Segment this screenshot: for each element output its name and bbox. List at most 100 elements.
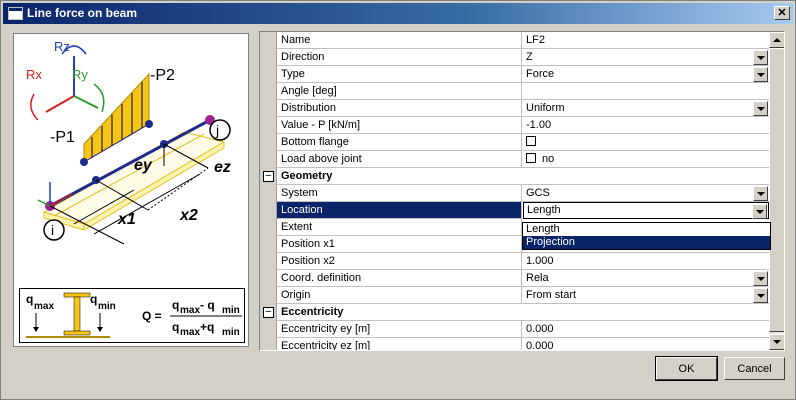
property-value[interactable]: [522, 83, 769, 100]
dropdown-arrow-icon[interactable]: [753, 50, 768, 65]
property-row[interactable]: Eccentricity ey [m] 0.000: [260, 321, 769, 338]
property-name: Eccentricity: [277, 304, 769, 321]
close-icon: ✕: [777, 7, 787, 19]
property-row[interactable]: Origin From start: [260, 287, 769, 304]
dropdown-arrow-icon[interactable]: [752, 204, 767, 219]
checkbox[interactable]: [526, 153, 536, 163]
property-name: Position x1: [277, 236, 522, 253]
value-text: 1.000: [526, 255, 554, 267]
x2-label: x2: [179, 207, 198, 224]
property-value[interactable]: no: [522, 151, 769, 168]
dropdown-option[interactable]: Projection: [523, 236, 770, 249]
dropdown-arrow-icon[interactable]: [753, 186, 768, 201]
property-value[interactable]: [522, 134, 769, 151]
collapse-icon[interactable]: −: [263, 171, 274, 182]
window-icon: [8, 7, 23, 20]
property-value[interactable]: Z: [522, 49, 769, 66]
window-title: Line force on beam: [27, 6, 138, 20]
value-text: 0.000: [526, 340, 554, 350]
dropdown-option[interactable]: Length: [523, 223, 770, 236]
property-value[interactable]: 1.000: [522, 253, 769, 270]
qmax-symbol: q: [26, 292, 33, 306]
property-row[interactable]: Load above joint no: [260, 151, 769, 168]
property-value[interactable]: 0.000: [522, 321, 769, 338]
property-row[interactable]: Location Length: [260, 202, 769, 219]
denominator-sub-max: max: [180, 327, 200, 338]
value-text: LF2: [526, 34, 545, 46]
numerator-sub-min: min: [222, 305, 240, 316]
property-value[interactable]: From start: [522, 287, 769, 304]
row-gutter: [260, 66, 277, 83]
x1-label: x1: [117, 211, 136, 228]
value-text: 0.000: [526, 323, 554, 335]
property-value[interactable]: Uniform: [522, 100, 769, 117]
row-gutter: [260, 270, 277, 287]
p2-label: -P2: [150, 67, 175, 84]
property-row[interactable]: Bottom flange: [260, 134, 769, 151]
property-name: Eccentricity ey [m]: [277, 321, 522, 338]
q-equals: Q =: [142, 309, 162, 323]
dropdown-arrow-icon[interactable]: [753, 271, 768, 286]
title-bar: Line force on beam ✕: [3, 3, 793, 24]
property-name: System: [277, 185, 522, 202]
dropdown-arrow-icon[interactable]: [753, 288, 768, 303]
vertical-scrollbar[interactable]: [769, 32, 784, 350]
row-gutter: [260, 321, 277, 338]
node-i-label: i: [51, 222, 54, 238]
property-name: Origin: [277, 287, 522, 304]
property-row[interactable]: Distribution Uniform: [260, 100, 769, 117]
property-row[interactable]: Direction Z: [260, 49, 769, 66]
property-row[interactable]: Eccentricity ez [m] 0.000: [260, 338, 769, 350]
property-value[interactable]: Length: [523, 202, 769, 219]
property-value[interactable]: LF2: [522, 32, 769, 49]
property-name: Load above joint: [277, 151, 522, 168]
property-name: Type: [277, 66, 522, 83]
row-gutter: [260, 83, 277, 100]
property-name: Direction: [277, 49, 522, 66]
property-row[interactable]: Value - P [kN/m] -1.00: [260, 117, 769, 134]
checkbox[interactable]: [526, 136, 536, 146]
value-text: From start: [526, 289, 577, 301]
property-row[interactable]: Name LF2: [260, 32, 769, 49]
ok-button[interactable]: OK: [655, 356, 718, 381]
location-dropdown-list[interactable]: Length Projection: [522, 222, 771, 250]
property-row[interactable]: System GCS: [260, 185, 769, 202]
property-value[interactable]: 0.000: [522, 338, 769, 350]
property-name: Bottom flange: [277, 134, 522, 151]
property-value[interactable]: Force: [522, 66, 769, 83]
property-category[interactable]: − Eccentricity: [260, 304, 769, 321]
dropdown-arrow-icon[interactable]: [753, 101, 768, 116]
close-button[interactable]: ✕: [774, 6, 790, 20]
numerator-minus-q: - q: [200, 298, 215, 312]
property-name: Geometry: [277, 168, 769, 185]
property-row[interactable]: Position x2 1.000: [260, 253, 769, 270]
value-text: Length: [527, 204, 561, 216]
property-value[interactable]: Rela: [522, 270, 769, 287]
row-gutter: [260, 253, 277, 270]
row-gutter: [260, 151, 277, 168]
property-row[interactable]: Angle [deg]: [260, 83, 769, 100]
checkbox-label: no: [542, 153, 555, 165]
row-gutter: [260, 32, 277, 49]
property-value[interactable]: -1.00: [522, 117, 769, 134]
scroll-thumb[interactable]: [769, 48, 784, 332]
scroll-down-button[interactable]: [769, 334, 784, 350]
property-row[interactable]: Type Force: [260, 66, 769, 83]
qmin-symbol: q: [90, 292, 97, 306]
row-gutter: [260, 219, 277, 236]
property-name: Name: [277, 32, 522, 49]
value-text: GCS: [526, 187, 550, 199]
dropdown-arrow-icon[interactable]: [753, 67, 768, 82]
scroll-up-button[interactable]: [769, 32, 784, 48]
row-gutter: [260, 49, 277, 66]
property-name: Distribution: [277, 100, 522, 117]
property-category[interactable]: − Geometry: [260, 168, 769, 185]
node-j-label: j: [215, 122, 219, 138]
collapse-icon[interactable]: −: [263, 307, 274, 318]
value-text: Rela: [526, 272, 549, 284]
property-name: Position x2: [277, 253, 522, 270]
ey-label: ey: [134, 157, 153, 174]
cancel-button[interactable]: Cancel: [724, 357, 785, 380]
property-row[interactable]: Coord. definition Rela: [260, 270, 769, 287]
property-value[interactable]: GCS: [522, 185, 769, 202]
